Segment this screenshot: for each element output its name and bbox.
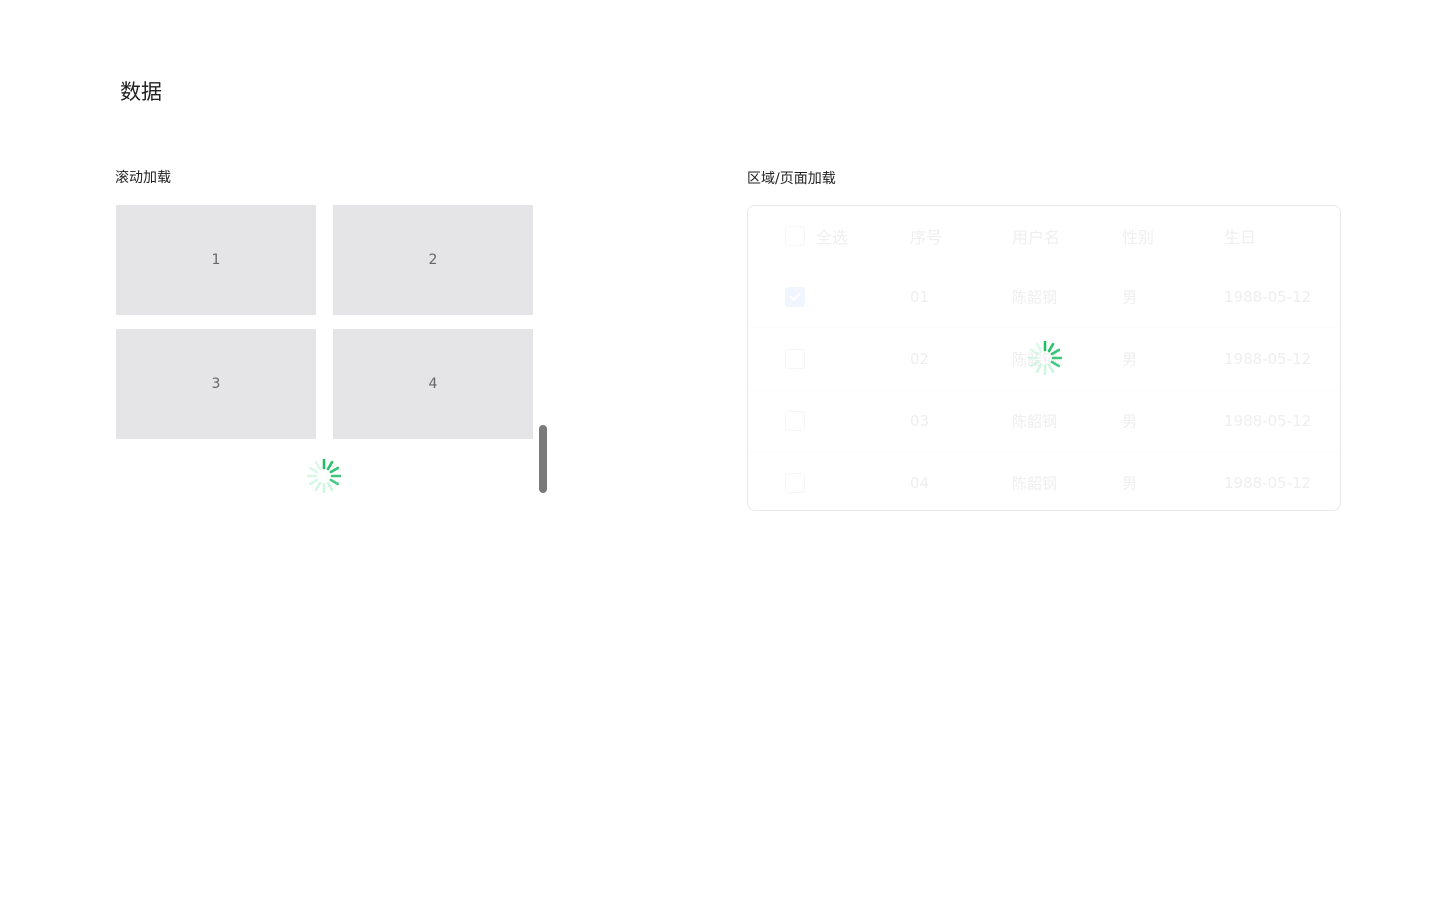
loading-spinner-icon bbox=[307, 459, 341, 493]
scroll-loading-title: 滚动加载 bbox=[115, 170, 171, 186]
card-label: 2 bbox=[428, 252, 438, 268]
card-label: 4 bbox=[428, 376, 438, 392]
card-1: 1 bbox=[116, 205, 316, 315]
page: 数据 滚动加载 区域/页面加载 1 2 3 4 全选 序号 用户名 性别 生日 … bbox=[0, 0, 1440, 900]
card-label: 3 bbox=[211, 376, 221, 392]
scroll-loading-area[interactable]: 1 2 3 4 bbox=[116, 205, 548, 495]
card-label: 1 bbox=[211, 252, 221, 268]
scrollbar-thumb[interactable] bbox=[539, 425, 547, 493]
card-2: 2 bbox=[333, 205, 533, 315]
card-4: 4 bbox=[333, 329, 533, 439]
region-loading-table: 全选 序号 用户名 性别 生日 01 陈韶钢 男 1988-05-12 02 陈… bbox=[747, 205, 1341, 511]
loading-spinner-icon bbox=[1028, 341, 1062, 375]
region-loading-title: 区域/页面加载 bbox=[747, 171, 836, 187]
card-3: 3 bbox=[116, 329, 316, 439]
page-title: 数据 bbox=[120, 80, 162, 104]
